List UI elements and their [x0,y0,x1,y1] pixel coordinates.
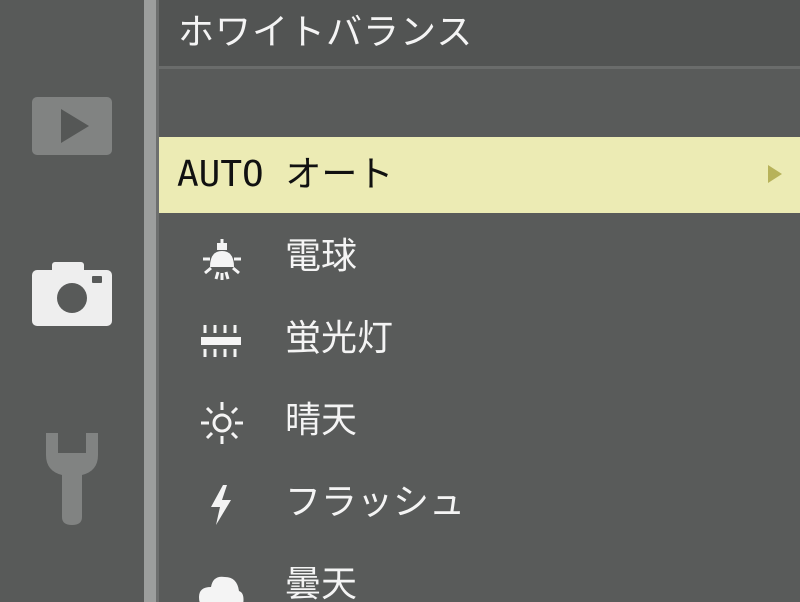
list-item-label: AUTO オート [177,154,394,195]
list-item-label: 蛍光灯 [285,318,394,359]
list-item-label: 曇天 [285,564,358,602]
sun-icon [201,402,243,444]
flash-icon [211,485,231,525]
camera-menu-screen: ホワイトバランス AUTO オート 電球 蛍光灯 晴天 フラッシュ 曇天 [0,0,800,602]
wrench-icon[interactable] [36,425,108,527]
fluorescent-icon [201,325,241,357]
header: ホワイトバランス [159,0,800,66]
list-item-cloudy[interactable]: 曇天 [159,547,800,602]
white-balance-list: AUTO オート 電球 蛍光灯 晴天 フラッシュ 曇天 [159,137,800,602]
page-title: ホワイトバランス [178,12,474,53]
list-item-label: 電球 [285,236,358,277]
arrow-right-icon [768,165,782,183]
list-item-label: 晴天 [285,400,358,441]
play-icon[interactable] [30,95,114,157]
list-item-label: フラッシュ [285,482,466,523]
camera-icon[interactable] [30,256,114,328]
bulb-icon [203,239,241,280]
list-item-bulb[interactable]: 電球 [159,219,800,301]
header-separator [159,66,800,69]
sidebar [0,0,144,602]
sidebar-divider [144,0,156,602]
list-item-sunny[interactable]: 晴天 [159,383,800,465]
list-item-auto[interactable]: AUTO オート [159,137,800,213]
cloud-icon [199,576,244,602]
list-item-fluorescent[interactable]: 蛍光灯 [159,301,800,383]
list-item-flash[interactable]: フラッシュ [159,465,800,547]
